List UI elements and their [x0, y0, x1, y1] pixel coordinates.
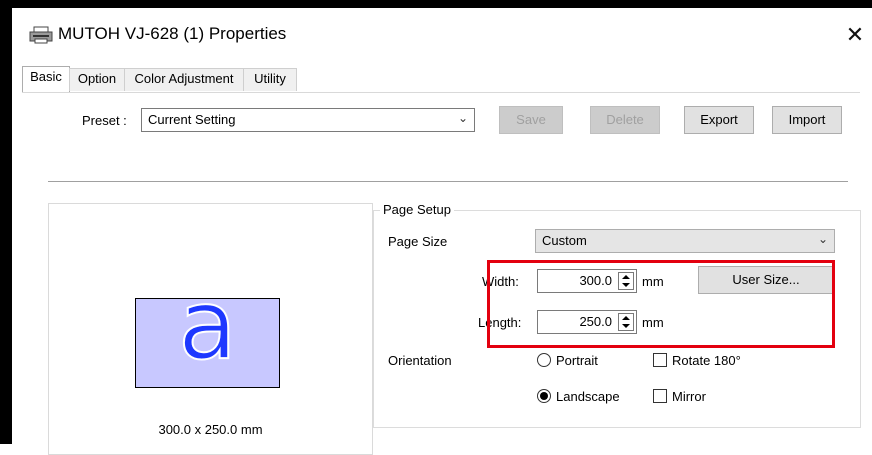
preview-size-label: 300.0 x 250.0 mm	[158, 422, 263, 437]
rotate-180-label[interactable]: Rotate 180°	[672, 353, 741, 368]
tab-option[interactable]: Option	[69, 68, 125, 91]
landscape-label[interactable]: Landscape	[556, 389, 620, 404]
delete-button[interactable]: Delete	[590, 106, 660, 134]
page-size-value: Custom	[542, 233, 587, 248]
chevron-down-icon: ⌄	[457, 111, 468, 125]
export-button[interactable]: Export	[684, 106, 754, 134]
mirror-checkbox[interactable]	[653, 389, 667, 403]
window-title: MUTOH VJ-628 (1) Properties	[58, 24, 287, 43]
page-size-select[interactable]: Custom ⌄	[535, 229, 835, 253]
properties-dialog: MUTOH VJ-628 (1) Properties ✕ Basic Opti…	[12, 8, 872, 455]
page-size-label: Page Size	[388, 234, 448, 249]
rotate-180-checkbox[interactable]	[653, 353, 667, 367]
preset-value: Current Setting	[148, 112, 236, 127]
preview-paper: a	[135, 276, 280, 388]
preview-letter: a	[177, 269, 238, 381]
background-window-title: Photoshop Print Settings	[14, 0, 147, 8]
mirror-label[interactable]: Mirror	[672, 389, 706, 404]
close-button[interactable]: ✕	[838, 18, 872, 52]
chevron-down-icon: ⌄	[817, 232, 828, 246]
preset-select[interactable]: Current Setting ⌄	[141, 108, 475, 132]
save-button[interactable]: Save	[499, 106, 563, 134]
portrait-radio[interactable]	[537, 353, 551, 367]
printer-icon	[29, 26, 53, 44]
preset-label: Preset :	[82, 113, 127, 128]
tab-utility[interactable]: Utility	[243, 68, 297, 91]
import-button[interactable]: Import	[772, 106, 842, 134]
title-bar: MUTOH VJ-628 (1) Properties ✕	[12, 8, 872, 56]
tab-basic[interactable]: Basic	[22, 66, 70, 93]
page-preview: a 300.0 x 250.0 mm	[48, 203, 373, 455]
tab-color-adjustment[interactable]: Color Adjustment	[124, 68, 244, 91]
orientation-label: Orientation	[388, 353, 452, 368]
separator	[48, 181, 848, 182]
portrait-label[interactable]: Portrait	[556, 353, 598, 368]
page-setup-title: Page Setup	[380, 202, 454, 217]
highlight-annotation	[487, 260, 835, 348]
landscape-radio[interactable]	[537, 389, 551, 403]
